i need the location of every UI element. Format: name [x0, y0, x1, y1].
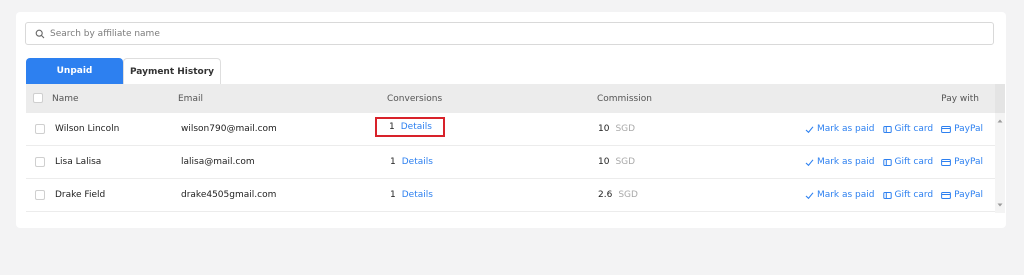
mark-as-paid-button[interactable]: Mark as paid [805, 190, 875, 200]
scrollbar-header-cap [995, 84, 1005, 113]
commission-amount: 10 [598, 124, 610, 134]
scroll-up-arrow-icon[interactable] [997, 118, 1003, 124]
affiliate-name: Wilson Lincoln [55, 124, 120, 134]
commission-amount: 10 [598, 157, 610, 167]
affiliates-table: Name Email Conversions Commission Pay wi… [26, 84, 1005, 213]
paypal-button[interactable]: PayPal [941, 157, 983, 167]
conversion-count: 1 [390, 157, 396, 167]
affiliate-email: lalisa@mail.com [181, 157, 255, 167]
table-header: Name Email Conversions Commission Pay wi… [26, 84, 1005, 113]
affiliate-payouts-card: Unpaid Payment History Name Email Conver… [16, 12, 1006, 228]
paypal-label: PayPal [954, 157, 983, 167]
gift-card-icon [882, 125, 892, 133]
mark-as-paid-button[interactable]: Mark as paid [805, 124, 875, 134]
vertical-scrollbar[interactable] [995, 113, 1005, 213]
payment-card-icon [941, 158, 951, 166]
paypal-button[interactable]: PayPal [941, 190, 983, 200]
search-icon [30, 23, 50, 44]
conversion-count: 1 [389, 122, 395, 132]
gift-card-button[interactable]: Gift card [882, 190, 934, 200]
gift-card-icon [882, 191, 892, 199]
row-checkbox[interactable] [35, 157, 45, 167]
mark-as-paid-label: Mark as paid [816, 157, 875, 167]
affiliate-email: wilson790@mail.com [181, 124, 277, 134]
paypal-label: PayPal [954, 190, 983, 200]
conversions-cell: 1 Details [390, 157, 433, 167]
row-checkbox[interactable] [35, 190, 45, 200]
table-row: Wilson Lincoln wilson790@mail.com 1 Deta… [26, 113, 995, 146]
affiliate-name: Lisa Lalisa [55, 157, 102, 167]
affiliate-name: Drake Field [55, 190, 106, 200]
tab-payment-history[interactable]: Payment History [123, 58, 221, 84]
header-name: Name [52, 93, 79, 104]
payment-card-icon [941, 191, 951, 199]
commission-amount: 2.6 [598, 190, 613, 200]
details-link[interactable]: Details [401, 122, 432, 132]
gift-card-label: Gift card [894, 157, 934, 167]
gift-card-icon [882, 158, 892, 166]
currency-label: SGD [615, 124, 636, 134]
commission-cell: 10 SGD [598, 124, 635, 134]
conversions-cell-highlighted: 1 Details [375, 117, 445, 137]
commission-cell: 2.6 SGD [598, 190, 638, 200]
currency-label: SGD [618, 190, 638, 200]
paypal-button[interactable]: PayPal [941, 124, 983, 134]
conversion-count: 1 [390, 190, 396, 200]
search-box[interactable] [25, 22, 994, 45]
details-link[interactable]: Details [402, 157, 433, 167]
payment-card-icon [941, 125, 951, 133]
details-link[interactable]: Details [402, 190, 433, 200]
gift-card-button[interactable]: Gift card [882, 124, 934, 134]
scroll-down-arrow-icon[interactable] [997, 202, 1003, 208]
check-icon [805, 158, 814, 166]
search-input[interactable] [50, 24, 993, 43]
pay-actions: Mark as paid Gift card PayPal [805, 190, 983, 200]
select-all-checkbox[interactable] [33, 93, 43, 103]
mark-as-paid-label: Mark as paid [816, 124, 875, 134]
conversions-cell: 1 Details [390, 190, 433, 200]
mark-as-paid-label: Mark as paid [816, 190, 875, 200]
check-icon [805, 191, 814, 199]
pay-actions: Mark as paid Gift card PayPal [805, 157, 983, 167]
pay-actions: Mark as paid Gift card PayPal [805, 124, 983, 134]
paypal-label: PayPal [954, 124, 983, 134]
gift-card-button[interactable]: Gift card [882, 157, 934, 167]
header-commission: Commission [597, 93, 652, 104]
commission-cell: 10 SGD [598, 157, 635, 167]
table-row: Drake Field drake4505gmail.com 1 Details… [26, 179, 995, 212]
check-icon [805, 125, 814, 133]
mark-as-paid-button[interactable]: Mark as paid [805, 157, 875, 167]
header-conversions: Conversions [387, 93, 443, 104]
row-checkbox[interactable] [35, 124, 45, 134]
table-row: Lisa Lalisa lalisa@mail.com 1 Details 10… [26, 146, 995, 179]
tab-unpaid[interactable]: Unpaid [26, 58, 123, 84]
currency-label: SGD [615, 157, 636, 167]
gift-card-label: Gift card [894, 190, 934, 200]
affiliate-email: drake4505gmail.com [181, 190, 277, 200]
tab-bar: Unpaid Payment History [26, 58, 221, 84]
header-pay-with: Pay with [941, 93, 979, 104]
header-email: Email [178, 93, 203, 104]
gift-card-label: Gift card [894, 124, 934, 134]
